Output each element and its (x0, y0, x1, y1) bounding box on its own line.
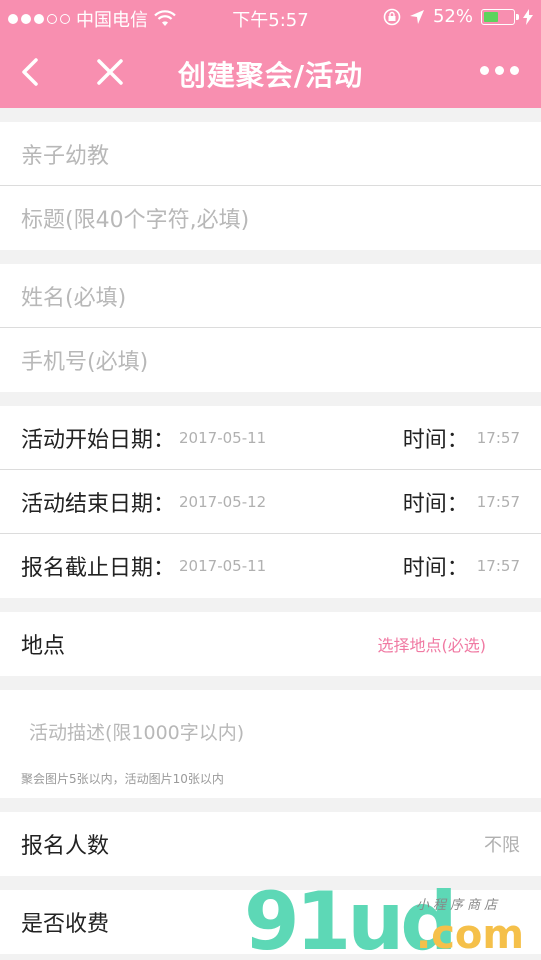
end-date-label: 活动结束日期： (21, 491, 176, 517)
status-bar: 中国电信 下午5:57 52% (0, 0, 541, 36)
watermark-domain: .com (416, 912, 525, 958)
location-row[interactable]: 地点 选择地点(必选) (0, 612, 541, 676)
deadline-time-block: 时间： 17:57 (403, 534, 520, 598)
contact-group: 姓名(必填) 手机号(必填) (0, 264, 541, 392)
status-right: 52% (383, 6, 533, 27)
name-placeholder: 姓名(必填) (21, 285, 127, 311)
signup-count-row[interactable]: 报名人数 不限 (0, 812, 541, 876)
name-input[interactable]: 姓名(必填) (0, 264, 541, 328)
end-time-block: 时间： 17:57 (403, 470, 520, 534)
start-date-label: 活动开始日期： (21, 427, 176, 453)
rotation-lock-icon (383, 8, 401, 25)
location-arrow-icon (409, 9, 424, 24)
watermark-logo: 91ud 小程序商店 .com (244, 882, 541, 960)
choose-location-link[interactable]: 选择地点(必选) (378, 632, 487, 656)
title-input[interactable]: 标题(限40个字符,必填) (0, 186, 541, 250)
deadline-date-picker[interactable]: 2017-05-11 (179, 557, 266, 575)
start-date-picker[interactable]: 2017-05-11 (179, 429, 266, 447)
end-date-row: 活动结束日期： 2017-05-12 时间： 17:57 (0, 470, 541, 534)
deadline-date-row: 报名截止日期： 2017-05-11 时间： 17:57 (0, 534, 541, 598)
start-time-picker[interactable]: 17:57 (477, 429, 520, 447)
signup-count-label: 报名人数 (21, 834, 110, 859)
start-date-row: 活动开始日期： 2017-05-11 时间： 17:57 (0, 406, 541, 470)
activity-form: 亲子幼教 标题(限40个字符,必填) 姓名(必填) 手机号(必填) 活动开始日期… (0, 108, 541, 954)
description-box[interactable]: 活动描述(限1000字以内) 聚会图片5张以内，活动图片10张以内 (0, 690, 541, 798)
basic-info-group: 亲子幼教 标题(限40个字符,必填) (0, 122, 541, 250)
charging-bolt-icon (523, 8, 533, 25)
deadline-time-picker[interactable]: 17:57 (477, 557, 520, 575)
deadline-time-label: 时间： (402, 556, 469, 581)
end-time-picker[interactable]: 17:57 (477, 493, 520, 511)
signup-count-value[interactable]: 不限 (484, 831, 520, 857)
start-time-block: 时间： 17:57 (403, 406, 520, 470)
location-label: 地点 (21, 634, 66, 659)
title-placeholder: 标题(限40个字符,必填) (21, 208, 250, 233)
phone-placeholder: 手机号(必填) (21, 350, 149, 375)
location-group: 地点 选择地点(必选) (0, 612, 541, 676)
date-group: 活动开始日期： 2017-05-11 时间： 17:57 活动结束日期： 201… (0, 406, 541, 598)
end-date-picker[interactable]: 2017-05-12 (179, 493, 266, 511)
category-placeholder: 亲子幼教 (21, 143, 110, 169)
battery-percent: 52% (432, 6, 473, 27)
watermark-tagline: 小程序商店 (416, 898, 502, 913)
battery-icon (481, 8, 519, 25)
start-time-label: 时间： (402, 428, 469, 453)
nav-bar: 创建聚会/活动 (0, 36, 541, 108)
deadline-date-label: 报名截止日期： (21, 556, 176, 581)
description-placeholder: 活动描述(限1000字以内) (29, 722, 245, 744)
signup-group: 报名人数 不限 (0, 812, 541, 876)
page-title: 创建聚会/活动 (177, 59, 364, 92)
image-hint: 聚会图片5张以内，活动图片10张以内 (21, 772, 224, 786)
end-time-label: 时间： (402, 492, 469, 517)
category-field[interactable]: 亲子幼教 (0, 122, 541, 186)
phone-input[interactable]: 手机号(必填) (0, 328, 541, 392)
more-icon[interactable] (480, 66, 519, 75)
fee-label: 是否收费 (21, 912, 110, 937)
